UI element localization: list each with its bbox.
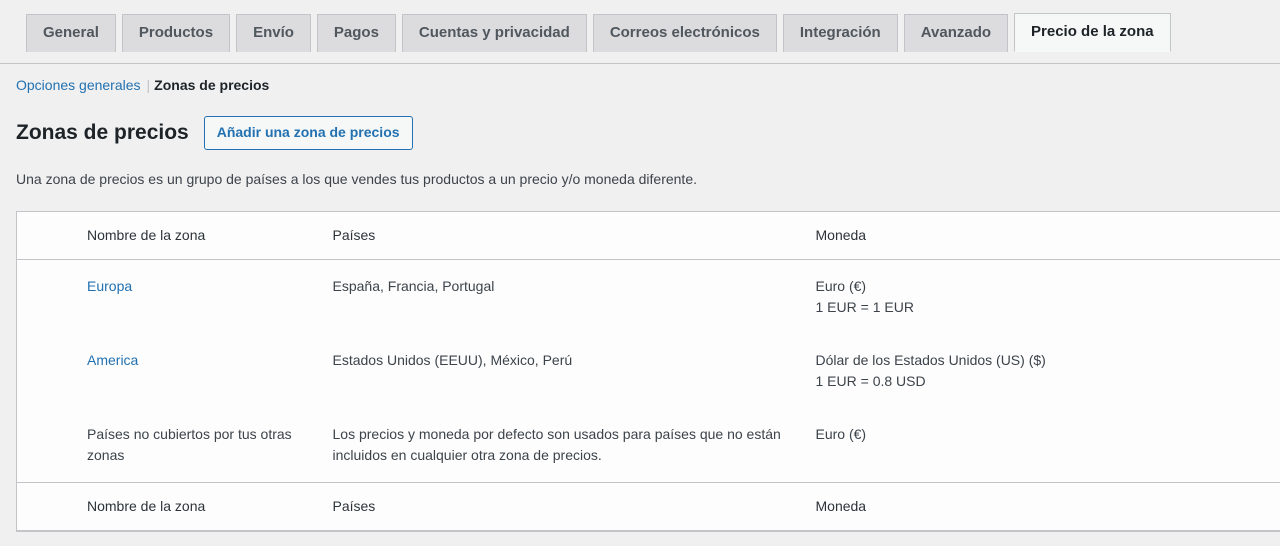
cell-countries: España, Francia, Portugal — [332, 278, 495, 294]
tab-productos[interactable]: Productos — [121, 14, 231, 52]
table-foot: Nombre de la zona Países Moneda — [16, 482, 1280, 532]
currency-name: Dólar de los Estados Unidos (US) ($) — [815, 352, 1046, 368]
table-footer-row: Nombre de la zona Países Moneda — [16, 482, 1280, 532]
page-heading-row: Zonas de precios Añadir una zona de prec… — [16, 116, 1280, 150]
cell-zone-name: America — [17, 334, 333, 408]
cell-countries: Los precios y moneda por defecto son usa… — [332, 426, 781, 463]
table-row: America Estados Unidos (EEUU), México, Pe… — [17, 334, 1280, 408]
breadcrumb-link-opciones-generales[interactable]: Opciones generales — [16, 77, 141, 93]
cell-zone-name: Europa — [17, 260, 333, 335]
column-header-zone-name: Nombre de la zona — [87, 227, 206, 243]
zone-name-link[interactable]: Europa — [87, 278, 132, 294]
currency-name: Euro (€) — [815, 426, 867, 442]
settings-tab-bar: General Productos Envío Pagos Cuentas y priv… — [0, 0, 1280, 64]
table-body: Europa España, Francia, Portugal Euro (€) 1… — [17, 260, 1280, 483]
table-row: Europa España, Francia, Portugal Euro (€) 1… — [17, 260, 1280, 335]
column-header-currency: Moneda — [815, 227, 867, 243]
column-footer-countries: Países — [332, 498, 376, 514]
breadcrumb-separator: | — [146, 77, 151, 93]
cell-currency: Dólar de los Estados Unidos (US) ($) 1 EU… — [816, 334, 1280, 408]
tab-avanzado[interactable]: Avanzado — [903, 14, 1009, 52]
zone-name-link[interactable]: America — [87, 352, 138, 368]
cell-countries: Estados Unidos (EEUU), México, Perú — [332, 352, 573, 368]
pricing-zones-table: Nombre de la zona Países Moneda Europa Es… — [16, 211, 1280, 532]
tab-general[interactable]: General — [26, 14, 116, 52]
cell-zone-name: Países no cubiertos por tus otras zonas — [17, 408, 333, 483]
currency-exchange-rate: 1 EUR = 0.8 USD — [815, 373, 926, 389]
zone-name-text: Países no cubiertos por tus otras zonas — [87, 426, 292, 463]
breadcrumb-current: Zonas de precios — [154, 77, 270, 93]
cell-currency: Euro (€) 1 EUR = 1 EUR — [816, 260, 1280, 335]
table-header-row: Nombre de la zona Países Moneda — [16, 212, 1280, 260]
tab-pagos[interactable]: Pagos — [316, 14, 396, 52]
breadcrumb: Opciones generales | Zonas de precios — [16, 75, 1280, 95]
page-description: Una zona de precios es un grupo de paíse… — [16, 171, 697, 187]
page-title: Zonas de precios — [16, 121, 189, 145]
table-row: Países no cubiertos por tus otras zonas L… — [17, 408, 1280, 483]
tab-cuentas-y-privacidad[interactable]: Cuentas y privacidad — [401, 14, 587, 52]
tab-env-o[interactable]: Envío — [236, 14, 311, 52]
tab-integraci-n[interactable]: Integración — [782, 14, 898, 52]
column-footer-zone-name: Nombre de la zona — [87, 498, 206, 514]
page-content: Opciones generales | Zonas de precios Zona… — [0, 75, 1280, 532]
cell-currency: Euro (€) — [816, 408, 1280, 483]
currency-name: Euro (€) — [815, 278, 867, 294]
tab-correos-electr-nicos[interactable]: Correos electrónicos — [592, 14, 777, 52]
currency-exchange-rate: 1 EUR = 1 EUR — [815, 299, 914, 315]
add-pricing-zone-button[interactable]: Añadir una zona de precios — [203, 116, 413, 150]
tab-precio-de-la-zona[interactable]: Precio de la zona — [1014, 13, 1171, 52]
column-footer-currency: Moneda — [815, 498, 867, 514]
column-header-countries: Países — [332, 227, 376, 243]
table-head: Nombre de la zona Países Moneda — [16, 212, 1280, 260]
